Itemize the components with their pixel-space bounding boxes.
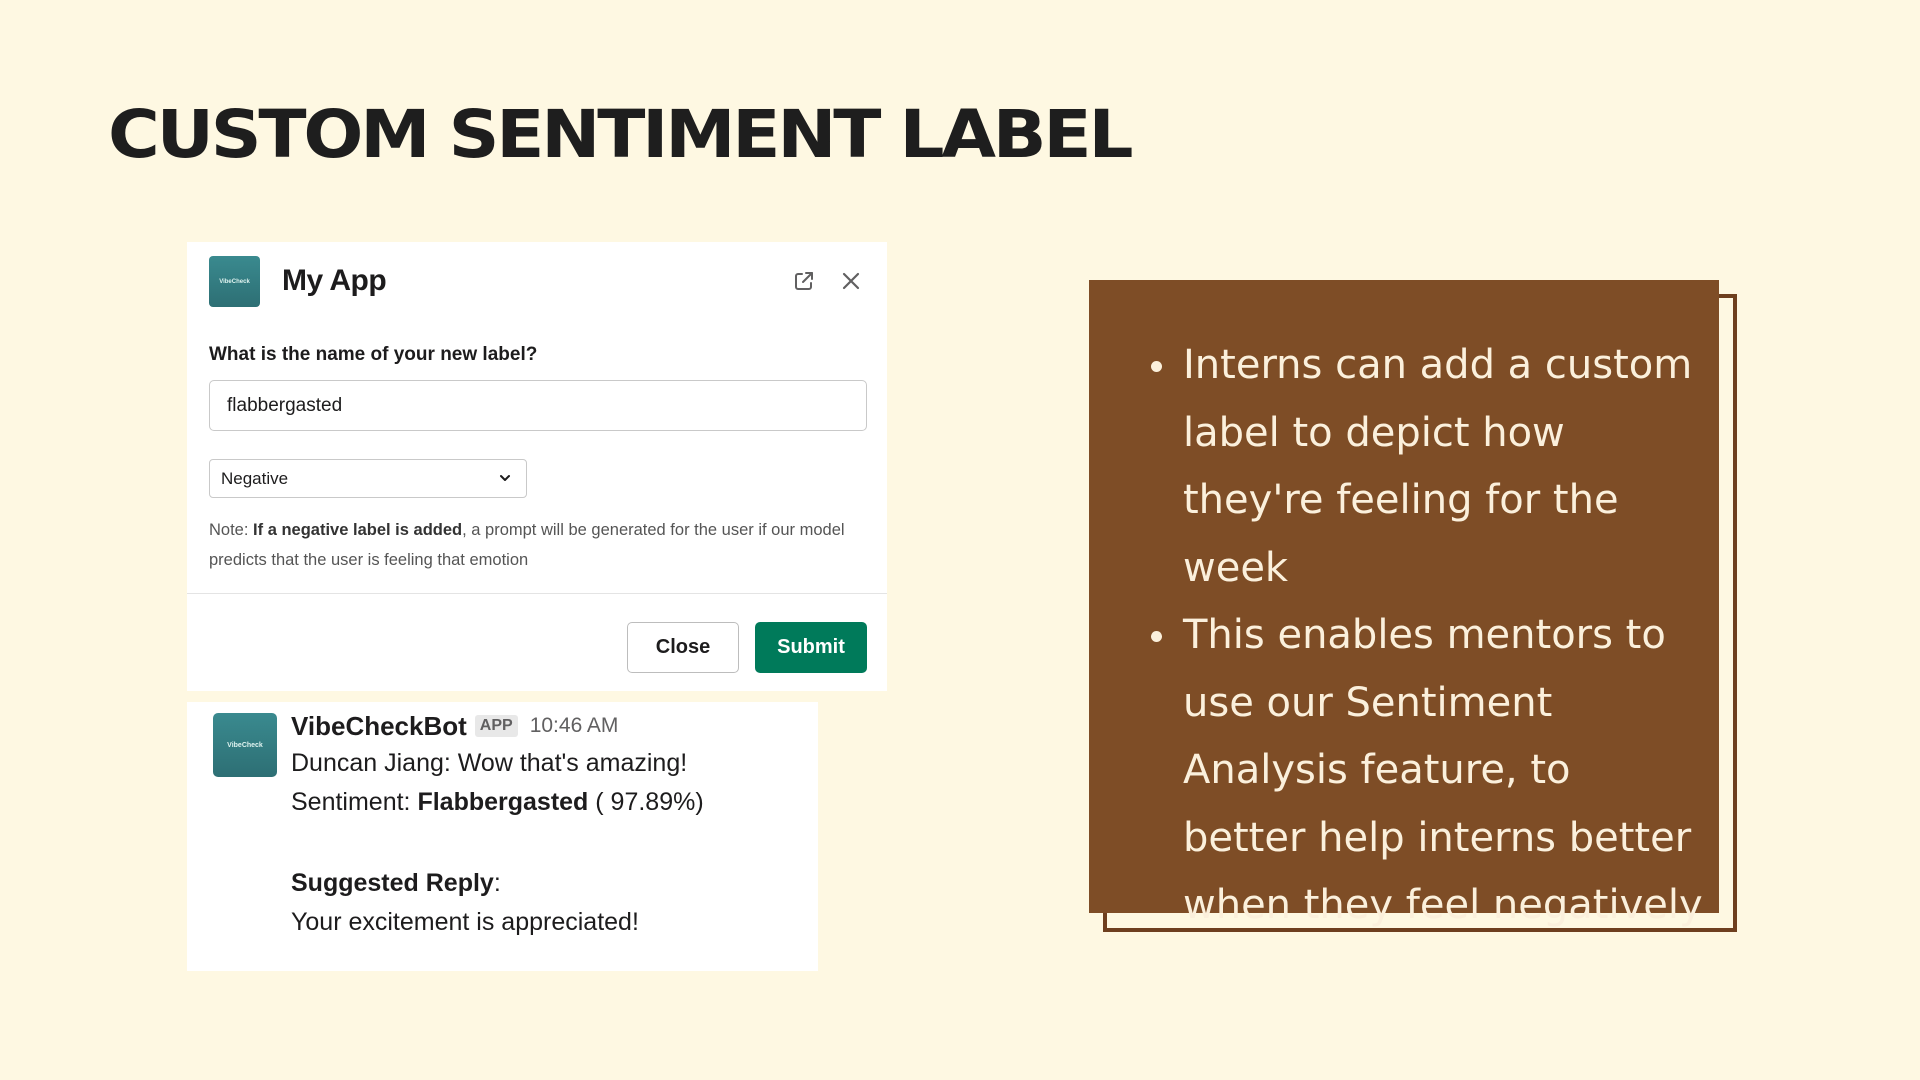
info-box: Interns can add a custom label to depict… xyxy=(1089,280,1719,928)
sentiment-prefix: Sentiment: xyxy=(291,788,418,816)
label-name-input[interactable] xyxy=(209,380,867,431)
sender-name[interactable]: VibeCheckBot xyxy=(291,711,467,742)
open-external-icon[interactable] xyxy=(791,268,817,294)
sentiment-select-value: Negative xyxy=(221,468,289,488)
suggested-reply-text: Your excitement is appreciated! xyxy=(291,908,639,936)
suggested-reply-heading: Suggested Reply: xyxy=(291,864,801,903)
suggested-colon: : xyxy=(493,869,501,897)
close-icon[interactable] xyxy=(838,268,864,294)
bot-message: VibeCheck VibeCheckBot APP 10:46 AM Dunc… xyxy=(187,702,818,971)
info-bullet: This enables mentors to use our Sentimen… xyxy=(1151,602,1703,940)
modal-title: My App xyxy=(282,264,387,297)
info-bullet: Interns can add a custom label to depict… xyxy=(1151,332,1703,602)
message-body: VibeCheckBot APP 10:46 AM Duncan Jiang: … xyxy=(291,708,801,942)
sentiment-label: Flabbergasted xyxy=(417,788,589,816)
timestamp[interactable]: 10:46 AM xyxy=(530,714,619,738)
avatar-text: VibeCheck xyxy=(227,741,263,749)
avatar[interactable]: VibeCheck xyxy=(213,713,277,777)
info-bullet-list: Interns can add a custom label to depict… xyxy=(1151,332,1703,940)
message-meta: VibeCheckBot APP 10:46 AM xyxy=(291,708,801,744)
create-label-modal: VibeCheck My App What is the name of you… xyxy=(187,242,887,691)
note-prefix: Note: xyxy=(209,521,254,539)
modal-header: VibeCheck My App xyxy=(209,256,865,308)
chevron-down-icon xyxy=(496,469,514,487)
sentiment-select[interactable]: Negative xyxy=(209,459,527,498)
sentiment-line: Sentiment: Flabbergasted ( 97.89%) xyxy=(291,783,801,822)
label-name-field-label: What is the name of your new label? xyxy=(209,344,538,365)
message-text: Duncan Jiang: Wow that's amazing! xyxy=(291,749,688,777)
modal-divider xyxy=(187,593,887,594)
slide-title: CUSTOM SENTIMENT LABEL xyxy=(108,96,1133,173)
suggested-label: Suggested Reply xyxy=(291,869,494,897)
app-logo: VibeCheck xyxy=(209,256,260,307)
submit-button[interactable]: Submit xyxy=(755,622,867,673)
note-bold: If a negative label is added xyxy=(253,521,463,539)
app-logo-text: VibeCheck xyxy=(219,278,250,285)
app-badge: APP xyxy=(474,715,518,737)
close-button[interactable]: Close xyxy=(627,622,739,673)
note-text: Note: If a negative label is added, a pr… xyxy=(209,515,869,575)
sentiment-score: ( 97.89%) xyxy=(588,788,704,816)
